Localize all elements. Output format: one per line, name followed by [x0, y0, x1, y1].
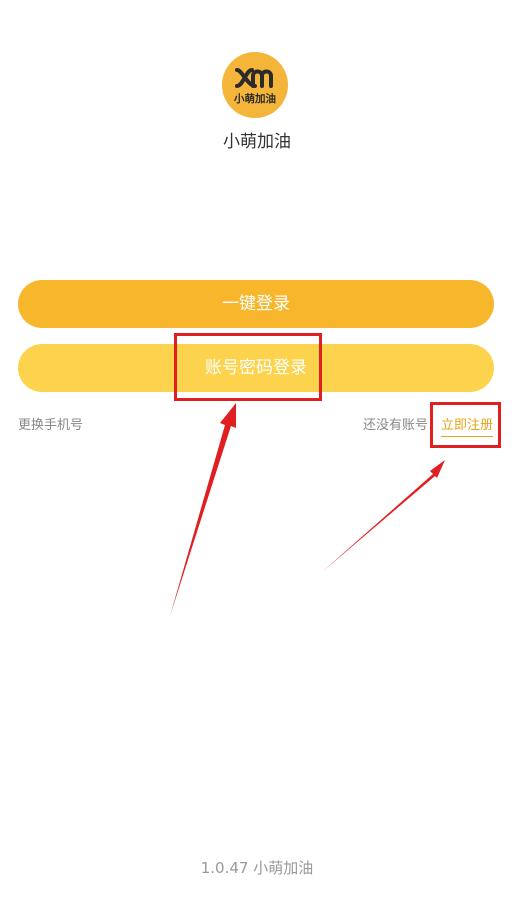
annotation-arrows: [170, 403, 445, 616]
annotation-arrow-2: [322, 460, 445, 572]
annotation-arrow-1: [170, 403, 236, 616]
